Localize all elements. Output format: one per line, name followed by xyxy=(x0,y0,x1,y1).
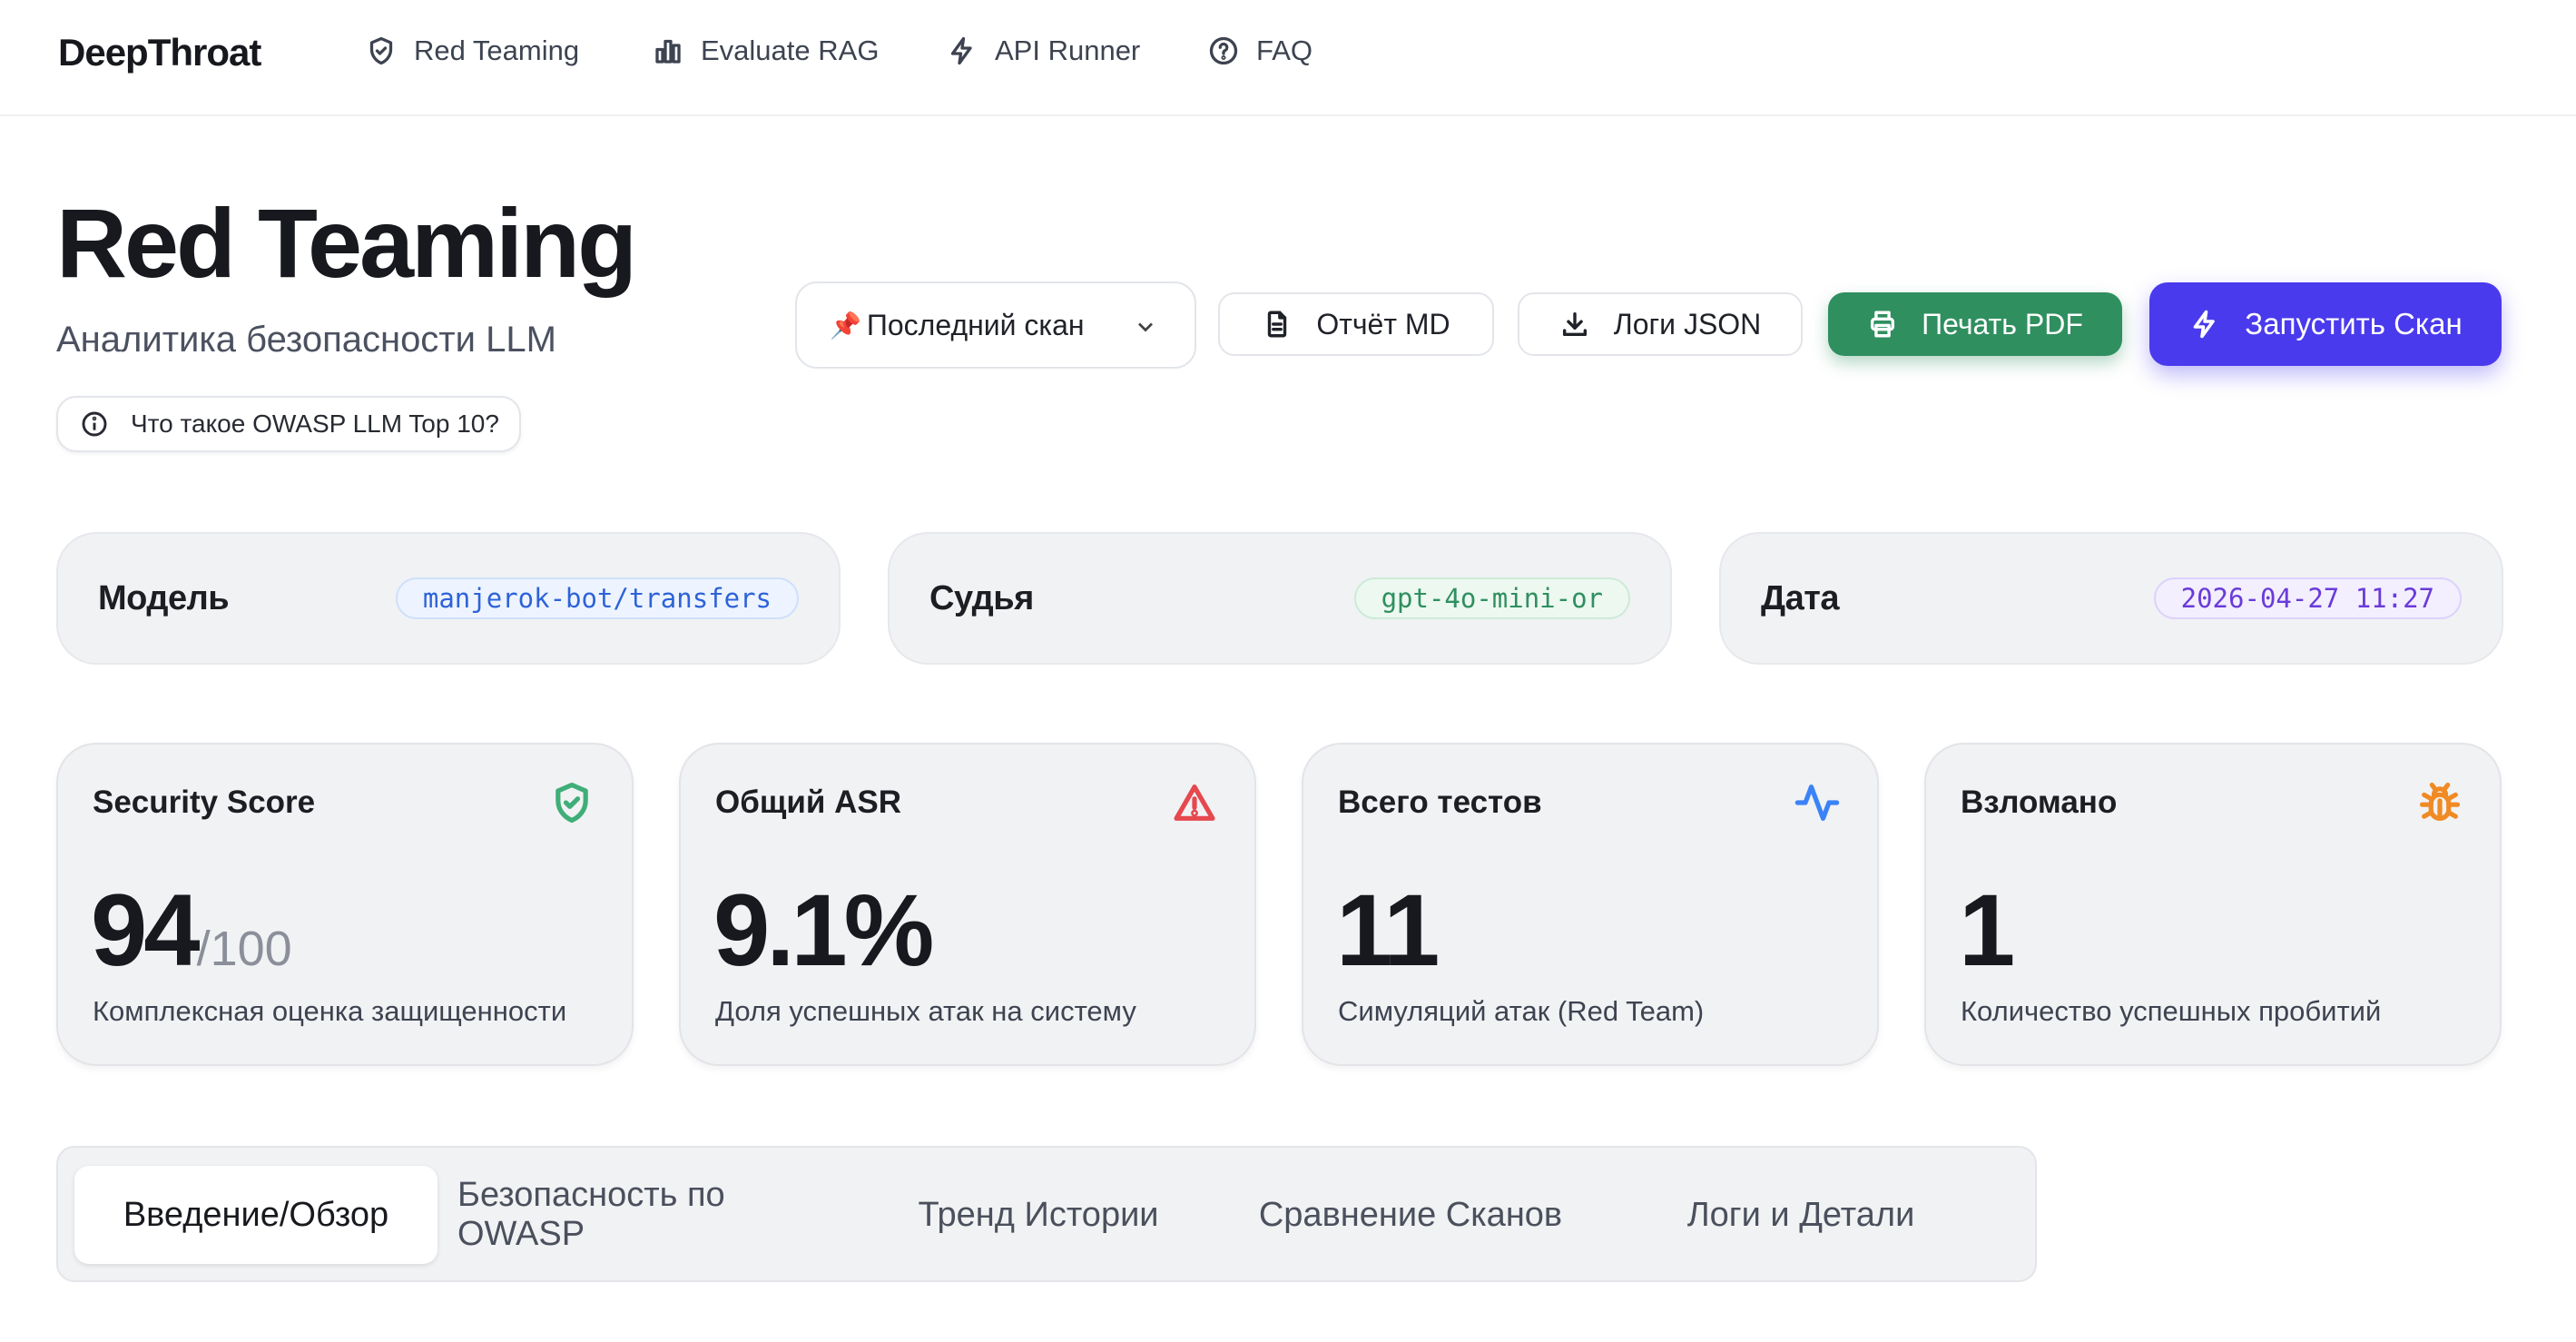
page-title: Red Teaming xyxy=(56,188,637,298)
nav-label: API Runner xyxy=(995,35,1141,66)
breached-label: Взломано xyxy=(1961,784,2118,820)
asr-value: 9.1% xyxy=(713,873,934,987)
tab-history-trend[interactable]: Тренд Истории xyxy=(857,1166,1220,1264)
judge-label: Судья xyxy=(929,578,1034,617)
tab-bar: Введение/Обзор Безопасность по OWASP Тре… xyxy=(56,1146,2037,1282)
print-pdf-label: Печать PDF xyxy=(1922,307,2083,340)
owasp-info-label: Что такое OWASP LLM Top 10? xyxy=(131,410,499,438)
brand-logo[interactable]: DeepThroat xyxy=(58,31,261,74)
model-label: Модель xyxy=(98,578,230,617)
logs-json-label: Логи JSON xyxy=(1613,307,1762,340)
chevron-down-icon xyxy=(1138,322,1153,332)
top-navigation: DeepThroat Red Teaming Evaluate RAG API … xyxy=(0,0,2576,116)
breached-card: Взломано 1 Количество успешных пробитий xyxy=(1924,743,2502,1066)
scan-select-value: Последний скан xyxy=(866,308,1085,341)
report-md-button[interactable]: Отчёт MD xyxy=(1218,292,1494,356)
nav-item-evaluate-rag[interactable]: Evaluate RAG xyxy=(652,31,879,71)
total-tests-value: 11 xyxy=(1336,873,1440,987)
judge-value-badge: gpt-4o-mini-or xyxy=(1353,577,1630,619)
lightning-icon xyxy=(950,36,972,65)
pin-icon: 📌 xyxy=(830,311,861,340)
tab-owasp-security[interactable]: Безопасность по OWASP xyxy=(457,1166,839,1264)
bug-icon xyxy=(2419,782,2461,821)
total-tests-label: Всего тестов xyxy=(1338,784,1542,820)
shield-check-icon xyxy=(556,782,588,824)
asr-desc: Доля успешных атак на систему xyxy=(715,995,1136,1027)
printer-icon xyxy=(1871,311,1895,338)
nav-label: Red Teaming xyxy=(414,35,580,66)
model-value-badge: manjerok-bot/transfers xyxy=(395,577,799,619)
tab-logs-details[interactable]: Логи и Детали xyxy=(1610,1166,1991,1264)
nav-item-api-runner[interactable]: API Runner xyxy=(946,31,1140,71)
page-subtitle: Аналитика безопасности LLM xyxy=(56,320,556,360)
total-tests-card: Всего тестов 11 Симуляций атак (Red Team… xyxy=(1302,743,1879,1066)
download-icon xyxy=(1562,311,1587,337)
lightning-icon xyxy=(2193,310,2216,339)
nav-label: Evaluate RAG xyxy=(701,35,880,66)
report-md-label: Отчёт MD xyxy=(1316,307,1450,340)
run-scan-button[interactable]: Запустить Скан xyxy=(2149,282,2502,366)
print-pdf-button[interactable]: Печать PDF xyxy=(1828,292,2122,356)
nav-item-faq[interactable]: FAQ xyxy=(1207,31,1313,71)
run-scan-label: Запустить Скан xyxy=(2245,307,2463,340)
warning-icon xyxy=(1174,784,1215,821)
judge-card: Судья gpt-4o-mini-or xyxy=(888,532,1672,665)
logs-json-button[interactable]: Логи JSON xyxy=(1518,292,1803,356)
security-score-suffix: /100 xyxy=(196,922,292,976)
activity-icon xyxy=(1794,784,1840,821)
help-circle-icon xyxy=(1209,36,1238,65)
security-score-card: Security Score 94/100 Комплексная оценка… xyxy=(56,743,634,1066)
model-card: Модель manjerok-bot/transfers xyxy=(56,532,841,665)
breached-value: 1 xyxy=(1959,873,2015,987)
nav-label: FAQ xyxy=(1256,35,1313,66)
security-score-desc: Комплексная оценка защищенности xyxy=(93,995,567,1027)
tab-scan-comparison[interactable]: Сравнение Сканов xyxy=(1229,1166,1592,1264)
asr-card: Общий ASR 9.1% Доля успешных атак на сис… xyxy=(679,743,1256,1066)
security-score-number: 94 xyxy=(91,873,201,987)
date-card: Дата 2026-04-27 11:27 xyxy=(1719,532,2503,665)
info-icon xyxy=(82,411,107,437)
breached-desc: Количество успешных пробитий xyxy=(1961,995,2382,1027)
shield-icon xyxy=(369,36,393,65)
owasp-info-button[interactable]: Что такое OWASP LLM Top 10? xyxy=(56,396,521,452)
asr-label: Общий ASR xyxy=(715,784,902,820)
scan-select[interactable]: 📌 Последний скан xyxy=(795,281,1196,369)
date-label: Дата xyxy=(1761,578,1839,617)
date-value-badge: 2026-04-27 11:27 xyxy=(2153,577,2462,619)
total-tests-desc: Симуляций атак (Red Team) xyxy=(1338,995,1705,1027)
nav-item-red-teaming[interactable]: Red Teaming xyxy=(365,31,579,71)
security-score-label: Security Score xyxy=(93,784,316,820)
security-score-value: 94/100 xyxy=(91,870,292,992)
tab-overview[interactable]: Введение/Обзор xyxy=(74,1166,438,1264)
bar-chart-icon xyxy=(655,39,681,64)
file-icon xyxy=(1268,311,1287,338)
